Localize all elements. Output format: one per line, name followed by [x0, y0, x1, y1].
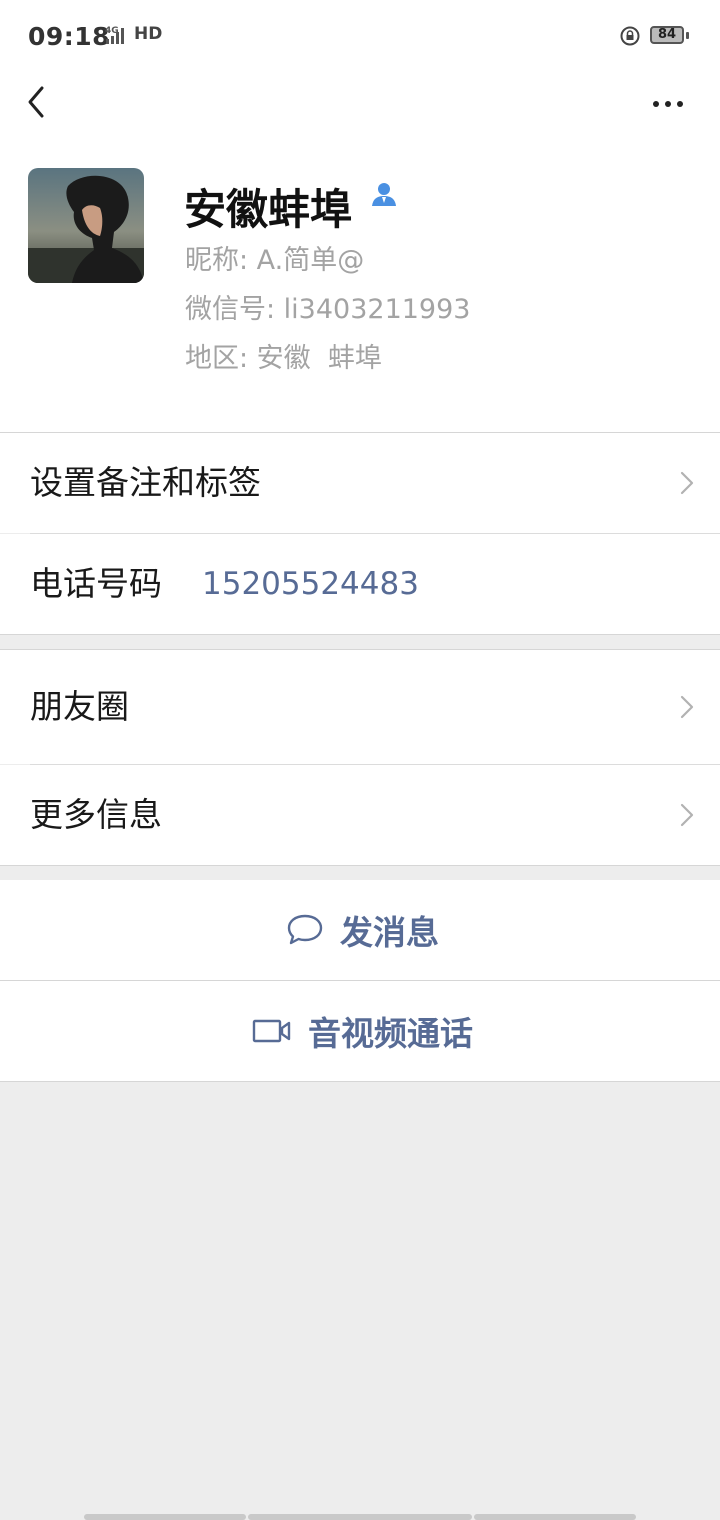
navigation-bar — [0, 72, 720, 132]
section-divider — [0, 1081, 720, 1082]
nav-bar-segment[interactable] — [84, 1514, 246, 1520]
status-bar: 09:18 4G HD 84 — [0, 0, 720, 72]
wechat-id-text: 微信号: li3403211993 — [185, 294, 471, 325]
moments-row[interactable]: 朋友圈 — [0, 650, 720, 764]
phone-row: 电话号码 15205524483 — [0, 534, 720, 634]
section-divider — [0, 865, 720, 866]
video-call-button[interactable]: 音视频通话 — [0, 981, 720, 1081]
phone-number-link[interactable]: 15205524483 — [202, 534, 419, 634]
video-camera-icon — [252, 1019, 291, 1043]
profile-header: 安徽蚌埠 昵称: A.简单@ 微信号: li3403211993 地区: 安徽 … — [0, 132, 720, 432]
battery-tip — [686, 32, 689, 39]
contact-display-name: 安徽蚌埠 — [184, 185, 353, 234]
section-divider — [0, 634, 720, 635]
more-icon[interactable] — [646, 80, 690, 124]
chat-bubble-icon — [287, 914, 323, 945]
region-text: 地区: 安徽 蚌埠 — [185, 343, 382, 374]
remark-tags-label: 设置备注和标签 — [30, 463, 261, 502]
more-info-label: 更多信息 — [30, 795, 162, 834]
chevron-right-icon — [680, 803, 694, 827]
phone-label: 电话号码 — [30, 564, 162, 603]
more-info-row[interactable]: 更多信息 — [0, 765, 720, 865]
nickname-text: 昵称: A.简单@ — [185, 245, 365, 276]
battery-indicator: 84 — [650, 26, 684, 44]
back-icon[interactable] — [22, 78, 62, 126]
signal-icon: 4G — [105, 26, 124, 44]
contact-person-icon — [372, 183, 396, 206]
chevron-right-icon — [680, 695, 694, 719]
moments-label: 朋友圈 — [30, 687, 129, 726]
video-call-label: 音视频通话 — [308, 1014, 473, 1053]
send-message-label: 发消息 — [340, 913, 439, 952]
chevron-right-icon — [680, 471, 694, 495]
nav-bar-segment[interactable] — [474, 1514, 636, 1520]
send-message-button[interactable]: 发消息 — [0, 880, 720, 980]
remark-tags-row[interactable]: 设置备注和标签 — [0, 433, 720, 533]
rotation-lock-icon — [620, 26, 640, 46]
avatar[interactable] — [28, 168, 144, 283]
hd-call-indicator: HD — [134, 24, 163, 44]
nav-bar-segment[interactable] — [248, 1514, 472, 1520]
